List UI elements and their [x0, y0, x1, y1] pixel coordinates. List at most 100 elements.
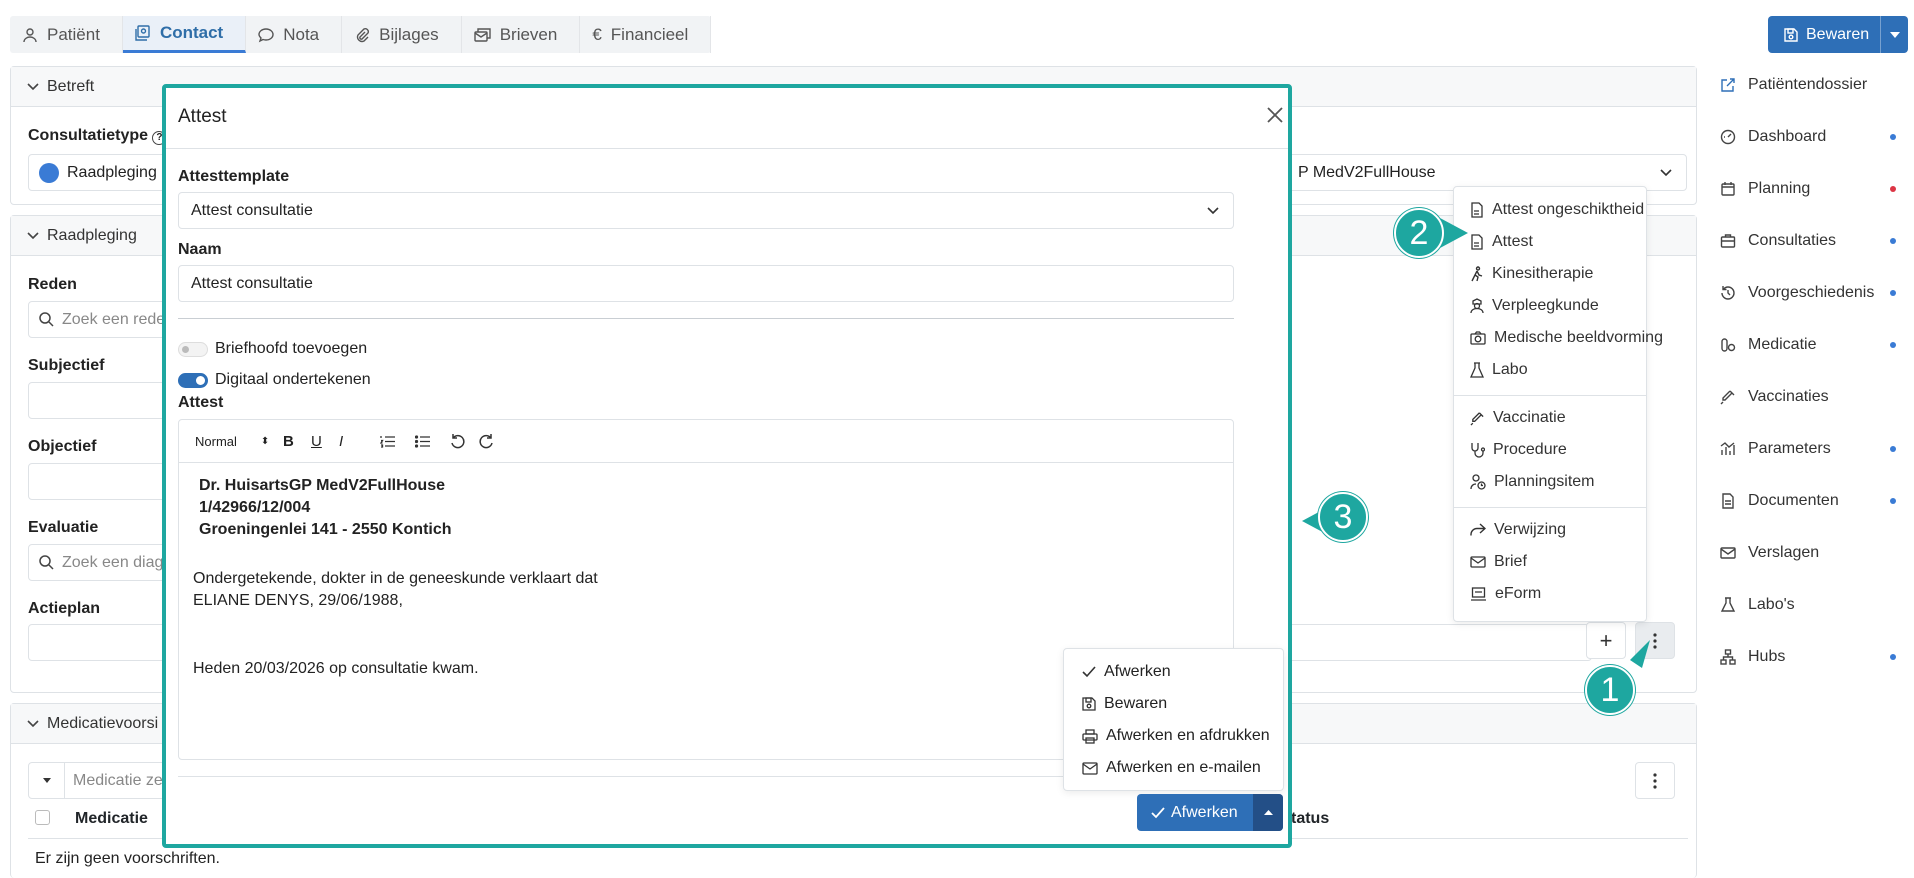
sidebar-item-consultaties[interactable]: Consultaties — [1720, 232, 1910, 250]
heading-select[interactable]: Normal ⬍ — [195, 434, 273, 449]
sidebar-item-planning[interactable]: Planning — [1720, 180, 1910, 198]
briefcase-icon — [1720, 233, 1736, 249]
actieplan-field[interactable] — [28, 624, 178, 661]
sidebar-item-parameters[interactable]: Parameters — [1720, 440, 1910, 458]
bullet-list-icon[interactable] — [407, 434, 437, 448]
tab-bijlages[interactable]: Bijlages — [342, 16, 462, 53]
chevron-down-icon — [1207, 206, 1219, 215]
syringe-icon — [1720, 389, 1736, 405]
syringe-icon — [1470, 411, 1485, 426]
reden-search-input[interactable]: Zoek een rede — [28, 301, 178, 338]
menu-item-kinesitherapie[interactable]: Kinesitherapie — [1470, 265, 1593, 283]
raadpleging-title: Raadpleging — [47, 226, 137, 244]
calendar-icon — [1720, 181, 1736, 197]
actieplan-label: Actieplan — [28, 600, 101, 617]
menu-item-attest[interactable]: Attest — [1470, 233, 1533, 251]
save-icon — [1784, 27, 1798, 42]
document-icon — [1470, 234, 1484, 250]
chat-icon — [258, 27, 274, 43]
sidebar-item-verslagen[interactable]: Verslagen — [1720, 544, 1910, 562]
menu-item-planningsitem[interactable]: Planningsitem — [1470, 473, 1595, 491]
medicatie-title: Medicatievoorsi — [47, 714, 159, 732]
menu-item-procedure[interactable]: Procedure — [1470, 441, 1567, 459]
tab-contact[interactable]: Contact — [122, 16, 247, 53]
sidebar-item-hubs[interactable]: Hubs — [1720, 648, 1910, 666]
select-all-checkbox[interactable] — [35, 810, 50, 825]
sidebar-item-patientendossier[interactable]: Patiëntendossier — [1720, 76, 1910, 94]
editor-closing-line: Heden 20/03/2026 op consultatie kwam. — [193, 660, 479, 677]
plus-icon: + — [1599, 627, 1613, 653]
euro-icon: € — [592, 24, 602, 44]
menu-item-afwerken-emailen[interactable]: Afwerken en e-mailen — [1082, 759, 1261, 777]
menu-item-afwerken[interactable]: Afwerken — [1082, 663, 1171, 681]
menu-item-bewaren[interactable]: Bewaren — [1082, 695, 1167, 713]
mail-icon — [1082, 761, 1098, 775]
menu-item-verwijzing[interactable]: Verwijzing — [1470, 521, 1566, 539]
save-options-caret[interactable] — [1880, 16, 1908, 53]
underline-button[interactable]: U — [311, 433, 329, 450]
objectief-field[interactable] — [28, 463, 178, 500]
ordered-list-icon[interactable] — [377, 435, 397, 448]
menu-divider — [1454, 507, 1646, 508]
sidebar-item-voorgeschiedenis[interactable]: Voorgeschiedenis — [1720, 284, 1910, 302]
check-icon — [1082, 666, 1096, 678]
tab-patient[interactable]: Patiënt — [10, 16, 123, 53]
attest-label: Attest — [178, 394, 224, 411]
attesttemplate-select[interactable]: Attest consultatie — [178, 192, 1234, 229]
undo-icon[interactable] — [447, 433, 467, 449]
sidebar-item-labos[interactable]: Labo's — [1720, 596, 1910, 614]
medicatie-column-header: Medicatie — [75, 810, 148, 827]
search-icon — [39, 312, 54, 327]
digitaal-toggle[interactable] — [178, 373, 208, 388]
redo-icon[interactable] — [477, 433, 497, 449]
chevron-down-icon — [27, 719, 39, 728]
menu-item-eform[interactable]: eForm — [1470, 585, 1541, 603]
briefhoofd-toggle[interactable] — [178, 342, 208, 357]
chevron-down-icon — [27, 231, 39, 240]
naam-input[interactable]: Attest consultatie — [178, 265, 1234, 302]
menu-item-attest-ongeschiktheid[interactable]: Attest ongeschiktheid — [1470, 201, 1644, 219]
sidebar-item-dashboard[interactable]: Dashboard — [1720, 128, 1910, 146]
menu-item-brief[interactable]: Brief — [1470, 553, 1527, 571]
pills-icon — [1720, 337, 1736, 353]
medicatie-search-input[interactable]: Medicatie ze — [28, 762, 178, 799]
kebab-icon — [1653, 772, 1657, 789]
actieplan-input[interactable] — [1281, 624, 1592, 661]
caret-down-icon[interactable] — [29, 763, 65, 798]
consultatietype-select[interactable]: Raadpleging — [28, 154, 178, 191]
close-icon[interactable] — [1266, 106, 1284, 124]
save-button-label: Bewaren — [1806, 25, 1870, 43]
sidebar-item-vaccinaties[interactable]: Vaccinaties — [1720, 388, 1910, 406]
kebab-icon — [1653, 632, 1657, 649]
medicatie-options-button[interactable] — [1635, 762, 1675, 799]
menu-item-vaccinatie[interactable]: Vaccinatie — [1470, 409, 1566, 427]
tab-label: Contact — [159, 23, 224, 42]
tab-brieven[interactable]: Brieven — [462, 16, 581, 53]
add-item-dropdown: Attest ongeschiktheid Attest Kinesithera… — [1453, 186, 1663, 622]
editor-doctor-name: Dr. HuisartsGP MedV2FullHouse — [199, 477, 445, 494]
menu-item-medische-beeldvorming[interactable]: Medische beeldvorming — [1470, 329, 1663, 347]
save-button[interactable]: Bewaren — [1768, 16, 1908, 53]
editor-body-line: Ondergetekende, dokter in de geneeskunde… — [193, 570, 598, 587]
finish-button[interactable]: Afwerken — [1137, 794, 1283, 831]
finish-options-caret[interactable] — [1253, 794, 1283, 831]
menu-item-afwerken-afdrukken[interactable]: Afwerken en afdrukken — [1082, 727, 1270, 745]
menu-item-verpleegkunde[interactable]: Verpleegkunde — [1470, 297, 1599, 315]
italic-button[interactable]: I — [339, 433, 367, 450]
tab-financieel[interactable]: € Financieel — [580, 16, 712, 53]
subjectief-field[interactable] — [28, 382, 178, 419]
divider — [178, 318, 1234, 319]
chevron-down-icon — [27, 82, 39, 91]
check-icon — [1151, 806, 1165, 819]
sidebar-item-documenten[interactable]: Documenten — [1720, 492, 1910, 510]
stethoscope-icon — [1470, 442, 1485, 458]
sidebar-item-medicatie[interactable]: Medicatie — [1720, 336, 1910, 354]
tab-nota[interactable]: Nota — [246, 16, 343, 53]
callout-badge-2: 2 — [1394, 208, 1444, 258]
menu-item-labo[interactable]: Labo — [1470, 361, 1528, 379]
bold-button[interactable]: B — [283, 433, 301, 450]
add-button[interactable]: + — [1586, 622, 1626, 659]
evaluatie-search-input[interactable]: Zoek een diag — [28, 544, 178, 581]
status-dot — [1890, 134, 1896, 140]
menu-divider — [1454, 395, 1646, 396]
